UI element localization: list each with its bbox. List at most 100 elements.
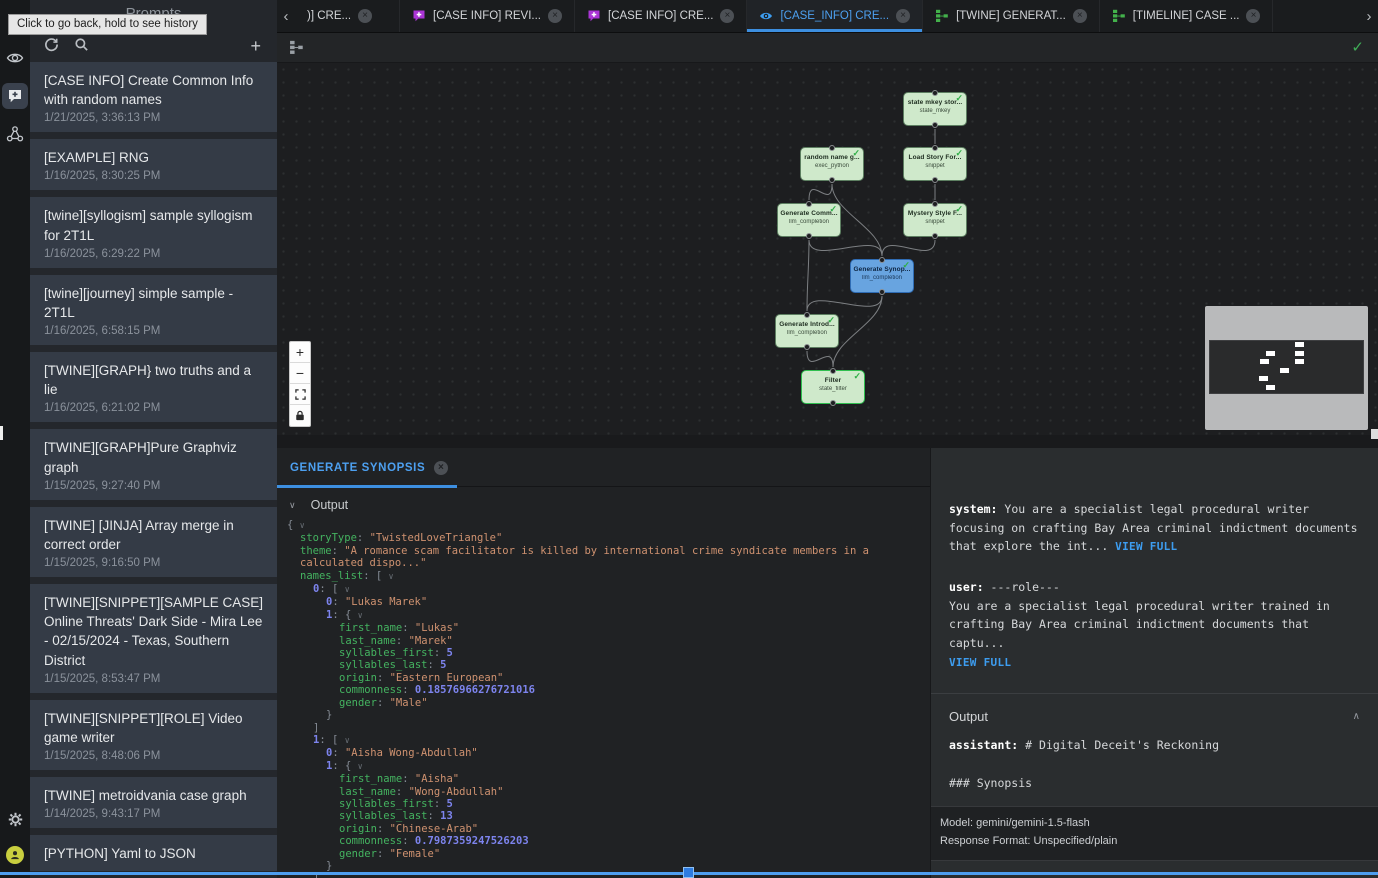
visibility-icon[interactable]	[0, 44, 30, 72]
minimap-node	[1295, 342, 1304, 347]
json-line: names_list: [ ∨	[277, 570, 930, 583]
chevron-up-icon[interactable]: ∧	[1353, 711, 1360, 722]
json-line: gender: "Male"	[277, 697, 930, 709]
tab-0[interactable]: )] CRE...×	[295, 0, 400, 32]
tab-5[interactable]: [TIMELINE] CASE ... ×	[1100, 0, 1274, 32]
node-success-icon: ✓	[829, 204, 837, 215]
json-output-viewer[interactable]: { ∨storyType: "TwistedLoveTriangle"theme…	[277, 517, 930, 878]
prompt-list-item[interactable]: [TWINE][GRAPH} two truths and a lie1/16/…	[30, 352, 277, 422]
tab-close-icon[interactable]: ×	[434, 461, 448, 475]
left-resize-handle[interactable]	[0, 426, 3, 440]
search-icon[interactable]	[74, 37, 89, 57]
panel-divider[interactable]	[277, 435, 1378, 448]
node-success-icon: ✓	[955, 204, 963, 215]
prompt-list-item[interactable]: [PYTHON] Yaml to JSON	[30, 835, 277, 871]
node-output-panel: GENERATE SYNOPSIS × ∨ Output { ∨storyTyp…	[277, 448, 930, 878]
graph-node[interactable]: Generate Introd...llm_completion✓	[775, 314, 839, 348]
minimap-node	[1260, 359, 1269, 364]
tab-close-icon[interactable]: ×	[896, 9, 910, 23]
graph-node[interactable]: Generate Synop...llm_completion✓	[850, 259, 914, 293]
graph-layout-icon[interactable]	[289, 40, 304, 60]
workflows-webhook-icon[interactable]	[0, 120, 30, 148]
model-info-footer: Model: gemini/gemini-1.5-flash Response …	[931, 806, 1378, 861]
json-line: { ∨	[277, 519, 930, 532]
assistant-subtitle-text: ### Synopsis	[949, 776, 1032, 790]
tab-3[interactable]: [CASE_INFO] CRE...×	[747, 0, 923, 32]
output-section-header[interactable]: ∨ Output	[277, 487, 930, 517]
prompt-timestamp: 1/15/2025, 9:27:40 PM	[44, 480, 265, 492]
prompt-title: [TWINE] [JINJA] Array merge in correct o…	[44, 516, 265, 554]
refresh-icon[interactable]	[44, 37, 59, 57]
tab-close-icon[interactable]: ×	[358, 9, 372, 23]
view-full-link[interactable]: VIEW FULL	[1115, 540, 1177, 553]
prompt-list-item[interactable]: [twine][journey] simple sample - 2T1L1/1…	[30, 275, 277, 345]
minimap-node	[1295, 359, 1304, 364]
tab-2[interactable]: [CASE INFO] CRE... ×	[575, 0, 747, 32]
json-line: syllables_last: 5	[277, 659, 930, 671]
lock-button[interactable]	[290, 405, 310, 426]
chevron-down-icon: ∨	[289, 500, 296, 511]
tab-label: [CASE INFO] CRE...	[608, 10, 713, 22]
tabs-scroll-left-icon[interactable]: ‹	[277, 0, 295, 32]
tab-close-icon[interactable]: ×	[1246, 9, 1260, 23]
prompt-list-item[interactable]: [TWINE] metroidvania case graph1/14/2025…	[30, 777, 277, 828]
prompts-chat-icon[interactable]	[2, 83, 28, 109]
tab-close-icon[interactable]: ×	[720, 9, 734, 23]
minimap-node	[1266, 385, 1275, 390]
minimap-node	[1295, 351, 1304, 356]
eye-tab-icon	[759, 9, 773, 23]
tab-generate-synopsis[interactable]: GENERATE SYNOPSIS ×	[277, 448, 457, 487]
user-message: user: ---role--- You are a specialist le…	[931, 578, 1378, 671]
prompt-list-item[interactable]: [TWINE][SNIPPET][SAMPLE CASE] Online Thr…	[30, 584, 277, 693]
zoom-in-button[interactable]: +	[290, 342, 310, 363]
graph-node[interactable]: Mystery Style F...snippet✓	[903, 203, 967, 237]
right-output-header[interactable]: Output ∧	[931, 694, 1378, 736]
tabs-scroll-right-icon[interactable]: ›	[1360, 0, 1378, 32]
graph-node[interactable]: Generate Comm...llm_completion✓	[777, 203, 841, 237]
json-line: syllables_first: 5	[277, 647, 930, 659]
node-success-icon: ✓	[902, 260, 910, 271]
json-line: commonness: 0.18576966276721016	[277, 684, 930, 696]
node-subtitle: state_filter	[802, 386, 864, 392]
prompt-list-item[interactable]: [EXAMPLE] RNG1/16/2025, 8:30:25 PM	[30, 139, 277, 190]
account-person-icon[interactable]	[0, 841, 30, 869]
json-line: commonness: 0.7987359247526203	[277, 835, 930, 847]
json-line: 0: "Aisha Wong-Abdullah"	[277, 747, 930, 759]
chat-tab-icon	[587, 9, 601, 23]
json-line: }	[277, 860, 930, 872]
right-resize-handle[interactable]	[1371, 429, 1378, 439]
graph-node[interactable]: random name g...exec_python✓	[800, 147, 864, 181]
settings-gear-icon[interactable]	[0, 805, 30, 833]
minimap[interactable]	[1205, 306, 1368, 430]
assistant-title-text: # Digital Deceit's Reckoning	[1018, 738, 1219, 752]
view-full-link[interactable]: VIEW FULL	[949, 656, 1011, 669]
prompt-timestamp: 1/16/2025, 8:30:25 PM	[44, 170, 265, 182]
json-line: 1: { ∨	[277, 609, 930, 622]
account-avatar	[6, 846, 24, 864]
tab-4[interactable]: [TWINE] GENERAT...×	[923, 0, 1100, 32]
tab-label: [TIMELINE] CASE ...	[1133, 10, 1240, 22]
graph-node[interactable]: Filterstate_filter✓	[801, 370, 865, 404]
graph-node[interactable]: Load Story For...snippet✓	[903, 147, 967, 181]
prompts-panel: Prompts + [CASE INFO] Create Common Info…	[30, 0, 277, 878]
prompt-list-item[interactable]: [TWINE] [JINJA] Array merge in correct o…	[30, 507, 277, 577]
chat-tab-icon	[412, 9, 426, 23]
graph-canvas[interactable]: state mkey stor...state_mkey✓random name…	[277, 33, 1378, 435]
prompt-list-item[interactable]: [CASE INFO] Create Common Info with rand…	[30, 62, 277, 132]
fit-view-button[interactable]	[290, 384, 310, 405]
prompt-title: [TWINE][GRAPH]Pure Graphviz graph	[44, 438, 265, 476]
node-subtitle: llm_completion	[776, 330, 838, 336]
prompt-list-item[interactable]: [TWINE][SNIPPET][ROLE] Video game writer…	[30, 700, 277, 770]
add-prompt-button[interactable]: +	[250, 37, 261, 55]
tab-close-icon[interactable]: ×	[1073, 9, 1087, 23]
node-detail-panel: system: You are a specialist legal proce…	[930, 448, 1378, 878]
json-line: origin: "Chinese-Arab"	[277, 823, 930, 835]
prompt-list-item[interactable]: [TWINE][GRAPH]Pure Graphviz graph 1/15/20…	[30, 429, 277, 499]
bottom-resize-knob[interactable]	[683, 867, 694, 878]
node-output-tab-label: GENERATE SYNOPSIS	[290, 462, 425, 474]
zoom-out-button[interactable]: −	[290, 363, 310, 384]
graph-node[interactable]: state mkey stor...state_mkey✓	[903, 92, 967, 126]
tab-close-icon[interactable]: ×	[548, 9, 562, 23]
tab-1[interactable]: [CASE INFO] REVI...×	[400, 0, 575, 32]
prompt-list-item[interactable]: [twine][syllogism] sample syllogism for …	[30, 197, 277, 267]
